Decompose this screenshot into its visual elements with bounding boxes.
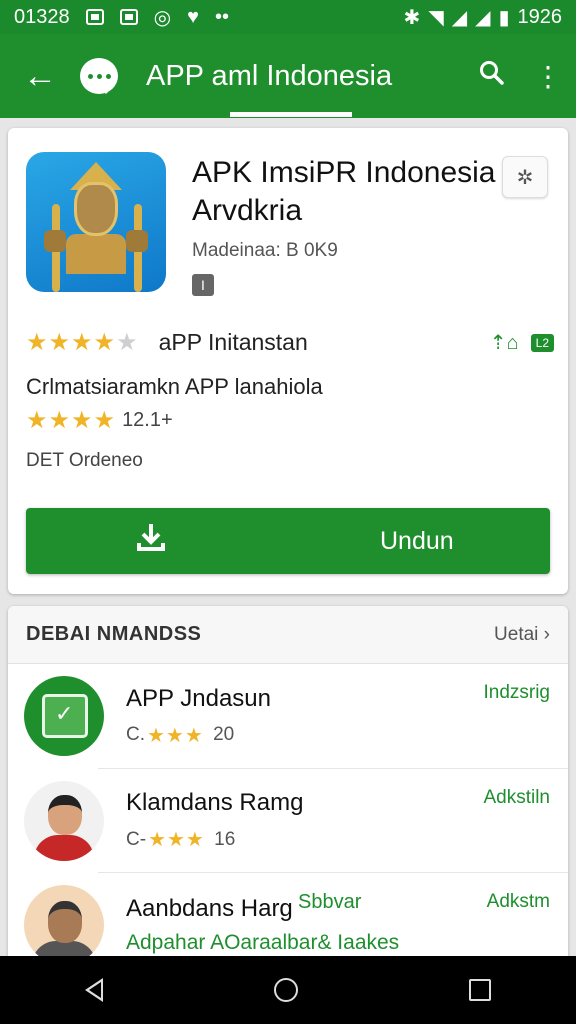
image-notification-icon	[119, 9, 138, 25]
app-bar-title: APP aml Indonesia	[146, 59, 393, 92]
section-header: DEBAI NMANDSS Uetai ›	[8, 606, 568, 664]
install-link[interactable]: Adkstiln	[483, 787, 550, 809]
gear-icon[interactable]: ✲	[502, 156, 548, 198]
app-title: APK ImsiPR Indonesia Arvdkria	[192, 154, 512, 230]
signal-2-icon: ◢	[475, 6, 491, 29]
bluetooth-icon: ✱	[403, 6, 421, 29]
app-developer: Madeinaa: B 0K9	[192, 240, 338, 261]
avatar	[24, 884, 104, 965]
install-link[interactable]: Adkstm	[487, 891, 550, 913]
more-notifications-icon: ••	[214, 5, 229, 28]
download-icon	[26, 521, 276, 561]
app-bar: ← APP aml Indonesia ⋮	[0, 34, 576, 118]
app-detail-card: APK ImsiPR Indonesia Arvdkria Madeinaa: …	[8, 128, 568, 594]
sync-icon: ◎	[153, 6, 172, 29]
content-rating-badge: I	[192, 274, 214, 296]
section-title: DEBAI NMANDSS	[26, 623, 202, 645]
list-item-rating: C- ★★★ 16	[126, 828, 236, 852]
download-button[interactable]: Undun	[26, 508, 550, 574]
install-link[interactable]: Indzsrig	[483, 682, 550, 704]
heart-icon: ♥	[187, 5, 199, 28]
rating-label: aPP Initanstan	[158, 329, 308, 355]
notification-icon	[85, 9, 104, 25]
rating-row: ★★★★★ aPP Initanstan ⇡⌂ L2	[26, 328, 554, 357]
app-thumbnail	[24, 676, 104, 756]
list-item-tag[interactable]: Sbbvar	[298, 891, 361, 914]
avatar	[24, 780, 104, 861]
list-item-rating: C. ★★★ 20	[126, 724, 235, 747]
status-clock: 1926	[517, 5, 563, 28]
list-item-subtitle: Adpahar AOaraalbar& Iaakes	[126, 930, 400, 954]
sub-rating-count: 12.1+	[122, 409, 173, 431]
status-time: 01328	[14, 5, 70, 28]
related-apps-card: DEBAI NMANDSS Uetai › APP Jndasun C.★★★ …	[8, 606, 568, 966]
battery-icon: ▮	[498, 6, 510, 29]
app-title-line1: APK ImsiPR Indonesia	[192, 156, 496, 189]
recents-nav-icon[interactable]	[468, 979, 491, 1001]
list-item[interactable]: APP Jndasun C.★★★ 20 Indzsrig	[8, 664, 568, 768]
details-line: DET Ordeneo	[26, 450, 143, 471]
app-icon	[26, 152, 166, 292]
app-title-line2: Arvdkria	[192, 194, 303, 227]
download-label: Undun	[380, 526, 454, 555]
sub-rating: ★★★★ 12.1+	[26, 406, 173, 435]
list-item[interactable]: Klamdans Ramg C- ★★★ 16 Adkstiln	[24, 768, 568, 872]
section-more-link[interactable]: Uetai ›	[494, 624, 550, 646]
back-nav-icon[interactable]	[85, 978, 104, 1002]
overflow-menu-icon[interactable]: ⋮	[520, 60, 576, 93]
system-nav-bar	[0, 956, 576, 1024]
sub-rating-stars: ★★★★	[26, 407, 117, 434]
app-subline: Crlmatsiaramkn APP lanahiola	[26, 374, 323, 399]
status-bar: 01328 ◎ ♥ •• ✱ ◥ ◢ ◢ ▮ 1926	[0, 0, 576, 34]
chat-bubble-icon	[80, 58, 118, 94]
home-nav-icon[interactable]	[273, 978, 298, 1002]
search-icon[interactable]	[464, 60, 520, 93]
rating-stars: ★★★★★	[26, 329, 139, 356]
age-tag: L2	[530, 333, 554, 352]
share-icon[interactable]: ⇡⌂	[490, 330, 519, 355]
arrow-back-icon[interactable]: ←	[0, 57, 80, 96]
signal-icon: ◢	[451, 6, 468, 29]
list-item[interactable]: Aanbdans Harg Adpahar AOaraalbar& Iaakes…	[24, 872, 568, 966]
tab-indicator	[230, 112, 352, 117]
wifi-icon: ◥	[428, 6, 444, 29]
